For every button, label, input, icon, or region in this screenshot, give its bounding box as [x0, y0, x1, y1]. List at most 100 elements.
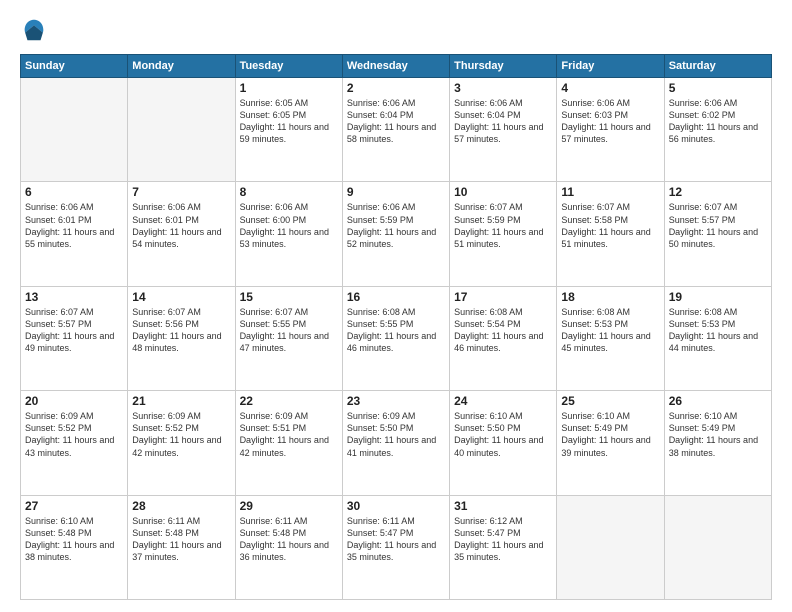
calendar-cell	[664, 495, 771, 599]
day-number: 18	[561, 290, 659, 304]
calendar-cell: 12 Sunrise: 6:07 AM Sunset: 5:57 PM Dayli…	[664, 182, 771, 286]
calendar-cell: 24 Sunrise: 6:10 AM Sunset: 5:50 PM Dayli…	[450, 391, 557, 495]
logo	[20, 16, 52, 44]
calendar-cell: 19 Sunrise: 6:08 AM Sunset: 5:53 PM Dayli…	[664, 286, 771, 390]
header	[20, 16, 772, 44]
calendar-cell	[557, 495, 664, 599]
calendar-body: 1 Sunrise: 6:05 AM Sunset: 6:05 PM Daylig…	[21, 78, 772, 600]
cell-info: Sunrise: 6:06 AM Sunset: 6:01 PM Dayligh…	[132, 201, 230, 250]
day-number: 8	[240, 185, 338, 199]
day-number: 1	[240, 81, 338, 95]
day-number: 20	[25, 394, 123, 408]
cell-info: Sunrise: 6:12 AM Sunset: 5:47 PM Dayligh…	[454, 515, 552, 564]
calendar-cell: 27 Sunrise: 6:10 AM Sunset: 5:48 PM Dayli…	[21, 495, 128, 599]
calendar-cell	[128, 78, 235, 182]
weekday-header-cell: Thursday	[450, 55, 557, 78]
cell-info: Sunrise: 6:08 AM Sunset: 5:54 PM Dayligh…	[454, 306, 552, 355]
day-number: 3	[454, 81, 552, 95]
day-number: 30	[347, 499, 445, 513]
calendar-week-row: 13 Sunrise: 6:07 AM Sunset: 5:57 PM Dayli…	[21, 286, 772, 390]
calendar-table: SundayMondayTuesdayWednesdayThursdayFrid…	[20, 54, 772, 600]
cell-info: Sunrise: 6:06 AM Sunset: 6:02 PM Dayligh…	[669, 97, 767, 146]
day-number: 27	[25, 499, 123, 513]
calendar-cell: 15Sunrise: 6:07 AM Sunset: 5:55 PM Dayli…	[235, 286, 342, 390]
calendar-cell: 30 Sunrise: 6:11 AM Sunset: 5:47 PM Dayli…	[342, 495, 449, 599]
cell-info: Sunrise: 6:10 AM Sunset: 5:49 PM Dayligh…	[669, 410, 767, 459]
day-number: 22	[240, 394, 338, 408]
cell-info: Sunrise: 6:06 AM Sunset: 6:04 PM Dayligh…	[454, 97, 552, 146]
cell-info: Sunrise: 6:06 AM Sunset: 6:03 PM Dayligh…	[561, 97, 659, 146]
calendar-cell: 26 Sunrise: 6:10 AM Sunset: 5:49 PM Dayli…	[664, 391, 771, 495]
cell-info: Sunrise: 6:10 AM Sunset: 5:48 PM Dayligh…	[25, 515, 123, 564]
calendar-cell: 3 Sunrise: 6:06 AM Sunset: 6:04 PM Daylig…	[450, 78, 557, 182]
cell-info: Sunrise: 6:06 AM Sunset: 6:04 PM Dayligh…	[347, 97, 445, 146]
weekday-header-row: SundayMondayTuesdayWednesdayThursdayFrid…	[21, 55, 772, 78]
calendar-cell: 29Sunrise: 6:11 AM Sunset: 5:48 PM Dayli…	[235, 495, 342, 599]
weekday-header-cell: Monday	[128, 55, 235, 78]
day-number: 14	[132, 290, 230, 304]
day-number: 2	[347, 81, 445, 95]
cell-info: Sunrise: 6:10 AM Sunset: 5:50 PM Dayligh…	[454, 410, 552, 459]
day-number: 5	[669, 81, 767, 95]
calendar-cell: 25 Sunrise: 6:10 AM Sunset: 5:49 PM Dayli…	[557, 391, 664, 495]
calendar-cell: 7 Sunrise: 6:06 AM Sunset: 6:01 PM Daylig…	[128, 182, 235, 286]
cell-info: Sunrise: 6:07 AM Sunset: 5:57 PM Dayligh…	[25, 306, 123, 355]
day-number: 25	[561, 394, 659, 408]
cell-info: Sunrise: 6:07 AM Sunset: 5:59 PM Dayligh…	[454, 201, 552, 250]
calendar-cell: 31 Sunrise: 6:12 AM Sunset: 5:47 PM Dayli…	[450, 495, 557, 599]
day-number: 4	[561, 81, 659, 95]
day-number: 15	[240, 290, 338, 304]
cell-info: Sunrise: 6:10 AM Sunset: 5:49 PM Dayligh…	[561, 410, 659, 459]
day-number: 17	[454, 290, 552, 304]
cell-info: Sunrise: 6:09 AM Sunset: 5:50 PM Dayligh…	[347, 410, 445, 459]
calendar-cell: 11 Sunrise: 6:07 AM Sunset: 5:58 PM Dayli…	[557, 182, 664, 286]
day-number: 19	[669, 290, 767, 304]
weekday-header-cell: Wednesday	[342, 55, 449, 78]
cell-info: Sunrise: 6:06 AM Sunset: 5:59 PM Dayligh…	[347, 201, 445, 250]
cell-info: Sunrise: 6:09 AM Sunset: 5:51 PM Dayligh…	[240, 410, 338, 459]
cell-info: Sunrise: 6:08 AM Sunset: 5:53 PM Dayligh…	[669, 306, 767, 355]
calendar-cell: 16 Sunrise: 6:08 AM Sunset: 5:55 PM Dayli…	[342, 286, 449, 390]
cell-info: Sunrise: 6:07 AM Sunset: 5:57 PM Dayligh…	[669, 201, 767, 250]
calendar-cell: 21Sunrise: 6:09 AM Sunset: 5:52 PM Dayli…	[128, 391, 235, 495]
day-number: 6	[25, 185, 123, 199]
weekday-header-cell: Friday	[557, 55, 664, 78]
day-number: 31	[454, 499, 552, 513]
calendar-cell: 8 Sunrise: 6:06 AM Sunset: 6:00 PM Daylig…	[235, 182, 342, 286]
day-number: 11	[561, 185, 659, 199]
day-number: 16	[347, 290, 445, 304]
cell-info: Sunrise: 6:11 AM Sunset: 5:47 PM Dayligh…	[347, 515, 445, 564]
calendar-cell: 4 Sunrise: 6:06 AM Sunset: 6:03 PM Daylig…	[557, 78, 664, 182]
weekday-header-cell: Tuesday	[235, 55, 342, 78]
calendar-cell: 20 Sunrise: 6:09 AM Sunset: 5:52 PM Dayli…	[21, 391, 128, 495]
cell-info: Sunrise: 6:09 AM Sunset: 5:52 PM Dayligh…	[132, 410, 230, 459]
calendar-cell: 6Sunrise: 6:06 AM Sunset: 6:01 PM Daylig…	[21, 182, 128, 286]
calendar-cell	[21, 78, 128, 182]
cell-info: Sunrise: 6:06 AM Sunset: 6:00 PM Dayligh…	[240, 201, 338, 250]
cell-info: Sunrise: 6:08 AM Sunset: 5:53 PM Dayligh…	[561, 306, 659, 355]
calendar-cell: 1 Sunrise: 6:05 AM Sunset: 6:05 PM Daylig…	[235, 78, 342, 182]
cell-info: Sunrise: 6:05 AM Sunset: 6:05 PM Dayligh…	[240, 97, 338, 146]
day-number: 7	[132, 185, 230, 199]
calendar-cell: 17 Sunrise: 6:08 AM Sunset: 5:54 PM Dayli…	[450, 286, 557, 390]
calendar-week-row: 1 Sunrise: 6:05 AM Sunset: 6:05 PM Daylig…	[21, 78, 772, 182]
calendar-cell: 10 Sunrise: 6:07 AM Sunset: 5:59 PM Dayli…	[450, 182, 557, 286]
cell-info: Sunrise: 6:08 AM Sunset: 5:55 PM Dayligh…	[347, 306, 445, 355]
day-number: 12	[669, 185, 767, 199]
weekday-header-cell: Sunday	[21, 55, 128, 78]
cell-info: Sunrise: 6:09 AM Sunset: 5:52 PM Dayligh…	[25, 410, 123, 459]
calendar-cell: 5 Sunrise: 6:06 AM Sunset: 6:02 PM Daylig…	[664, 78, 771, 182]
cell-info: Sunrise: 6:11 AM Sunset: 5:48 PM Dayligh…	[132, 515, 230, 564]
calendar-cell: 13 Sunrise: 6:07 AM Sunset: 5:57 PM Dayli…	[21, 286, 128, 390]
calendar-cell: 9 Sunrise: 6:06 AM Sunset: 5:59 PM Daylig…	[342, 182, 449, 286]
page: SundayMondayTuesdayWednesdayThursdayFrid…	[0, 0, 792, 612]
cell-info: Sunrise: 6:07 AM Sunset: 5:58 PM Dayligh…	[561, 201, 659, 250]
day-number: 9	[347, 185, 445, 199]
calendar-cell: 28Sunrise: 6:11 AM Sunset: 5:48 PM Dayli…	[128, 495, 235, 599]
day-number: 24	[454, 394, 552, 408]
day-number: 10	[454, 185, 552, 199]
day-number: 13	[25, 290, 123, 304]
day-number: 23	[347, 394, 445, 408]
day-number: 26	[669, 394, 767, 408]
calendar-cell: 2 Sunrise: 6:06 AM Sunset: 6:04 PM Daylig…	[342, 78, 449, 182]
